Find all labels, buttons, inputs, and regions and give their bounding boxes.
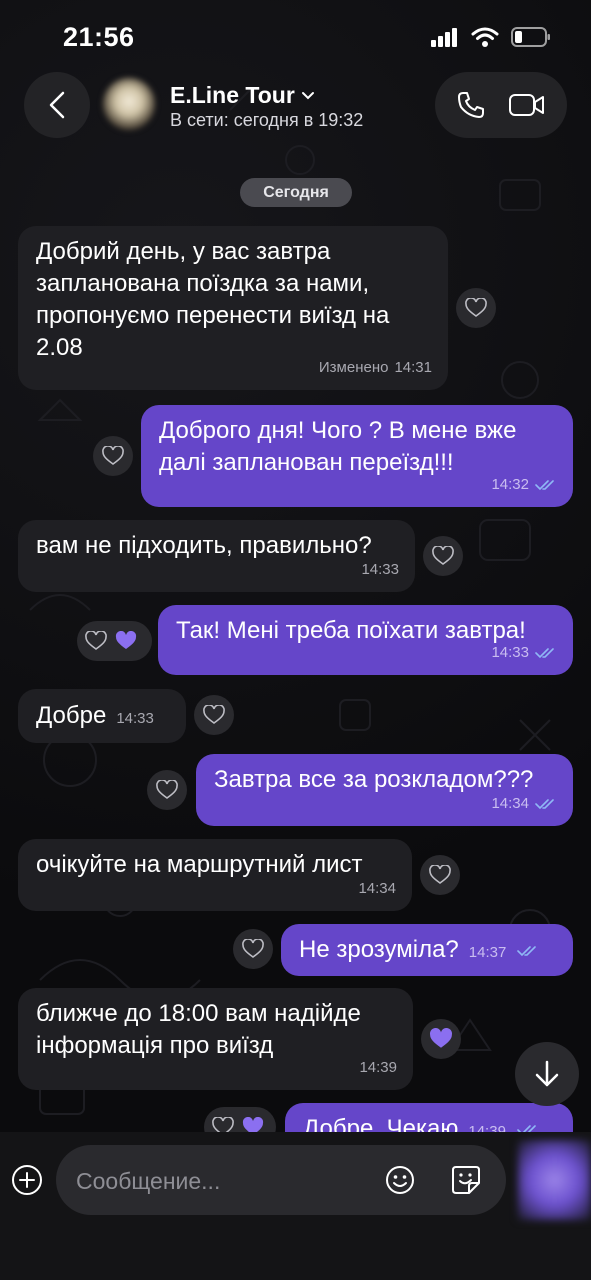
message-meta: Изменено 14:31 xyxy=(319,352,432,384)
heart-outline-icon xyxy=(203,705,225,724)
message-meta: 14:34 xyxy=(358,873,396,905)
heart-outline-icon xyxy=(85,631,107,650)
message-text-line: Доброго дня! Чого ? В мене вже xyxy=(159,417,517,444)
sticker-icon[interactable] xyxy=(450,1164,482,1196)
chevron-left-icon xyxy=(49,91,65,119)
heart-filled-icon xyxy=(115,631,137,649)
video-call-icon[interactable] xyxy=(508,92,546,118)
message-text-line: інформація про виїзд xyxy=(36,1032,274,1059)
message-text-line: пропонуємо перенести виїзд на xyxy=(36,302,390,329)
heart-outline-icon xyxy=(432,546,454,565)
back-button[interactable] xyxy=(24,72,90,138)
react-button[interactable] xyxy=(423,536,463,576)
message-time: 14:34 xyxy=(358,880,396,897)
read-checkmarks-icon xyxy=(535,648,554,659)
message-bubble-outgoing[interactable]: Не зрозуміла? 14:37 xyxy=(281,924,573,976)
heart-outline-icon xyxy=(429,865,451,884)
message-text-line: запланована поїздка за нами, xyxy=(36,270,370,297)
message-meta: 14:39 xyxy=(359,1052,397,1084)
message-time: 14:33 xyxy=(361,561,399,578)
message-input-container xyxy=(56,1145,506,1217)
battery-icon xyxy=(511,27,550,47)
chevron-down-icon xyxy=(301,91,314,99)
status-time: 21:56 xyxy=(63,22,135,52)
voice-record-button[interactable] xyxy=(518,1140,591,1220)
message-input[interactable] xyxy=(74,1145,368,1217)
message-meta: 14:33 xyxy=(491,637,557,669)
date-divider: Сегодня xyxy=(240,178,352,207)
message-time: 14:32 xyxy=(491,476,529,493)
message-text-line: вам не підходить, правильно? xyxy=(36,532,372,559)
message-time: 14:37 xyxy=(468,944,507,961)
message-text-line: Не зрозуміла? xyxy=(299,936,459,963)
react-button[interactable] xyxy=(456,288,496,328)
read-checkmarks-icon xyxy=(535,799,554,810)
contact-name-button[interactable]: E.Line Tour xyxy=(170,82,315,109)
message-time: 14:33 xyxy=(116,710,154,727)
contact-status: В сети: сегодня в 19:32 xyxy=(170,110,364,130)
attach-plus-icon[interactable] xyxy=(10,1163,44,1197)
heart-outline-icon xyxy=(156,780,178,799)
message-meta: 14:32 xyxy=(491,469,557,501)
message-time: 14:33 xyxy=(491,644,529,661)
message-text-line: Добрий день, у вас завтра xyxy=(36,238,331,265)
message-bubble-outgoing[interactable]: Доброго дня! Чого ? В мене вже далі запл… xyxy=(141,405,573,507)
message-bubble-incoming[interactable]: ближче до 18:00 вам надійде інформація п… xyxy=(18,988,413,1090)
arrow-down-icon xyxy=(535,1060,559,1087)
message-bubble-outgoing[interactable]: Так! Мені треба поїхати завтра! 14:33 xyxy=(158,605,573,675)
message-bubble-incoming[interactable]: Добре 14:33 xyxy=(18,689,186,743)
message-time: 14:34 xyxy=(491,795,529,812)
contact-name: E.Line Tour xyxy=(170,82,295,108)
call-actions xyxy=(435,72,567,138)
message-meta: 14:34 xyxy=(491,788,557,820)
scroll-to-bottom-button[interactable] xyxy=(515,1042,579,1106)
read-checkmarks-icon xyxy=(535,480,554,491)
status-bar: 21:56 xyxy=(0,0,591,70)
react-button[interactable] xyxy=(420,855,460,895)
react-button[interactable] xyxy=(93,436,133,476)
message-text-line: ближче до 18:00 вам надійде xyxy=(36,1000,361,1027)
status-icons xyxy=(431,26,551,48)
message-bubble-incoming[interactable]: очікуйте на маршрутний лист 14:34 xyxy=(18,839,412,911)
message-bubble-incoming[interactable]: Добрий день, у вас завтра запланована по… xyxy=(18,226,448,390)
read-checkmarks-icon xyxy=(517,946,536,957)
heart-outline-icon xyxy=(465,298,487,317)
react-button[interactable] xyxy=(194,695,234,735)
message-time: 14:39 xyxy=(359,1059,397,1076)
message-text-line: очікуйте на маршрутний лист xyxy=(36,851,363,878)
react-button[interactable] xyxy=(233,929,273,969)
reaction-group[interactable] xyxy=(77,621,152,661)
contact-avatar[interactable] xyxy=(103,78,155,130)
heart-outline-icon xyxy=(102,446,124,465)
react-button[interactable] xyxy=(147,770,187,810)
cellular-signal-icon xyxy=(431,28,457,47)
message-time: 14:31 xyxy=(394,359,432,376)
heart-filled-icon xyxy=(430,1028,452,1048)
message-bubble-outgoing[interactable]: Завтра все за розкладом??? 14:34 xyxy=(196,754,573,826)
message-text-line: Добре xyxy=(36,702,107,729)
phone-call-icon[interactable] xyxy=(456,90,486,120)
wifi-icon xyxy=(471,27,499,47)
message-bubble-incoming[interactable]: вам не підходить, правильно? 14:33 xyxy=(18,520,415,592)
heart-outline-icon xyxy=(242,939,264,958)
react-button[interactable] xyxy=(421,1019,461,1059)
emoji-icon[interactable] xyxy=(384,1164,416,1196)
edited-label: Изменено xyxy=(318,359,389,376)
message-meta: 14:33 xyxy=(361,554,399,586)
